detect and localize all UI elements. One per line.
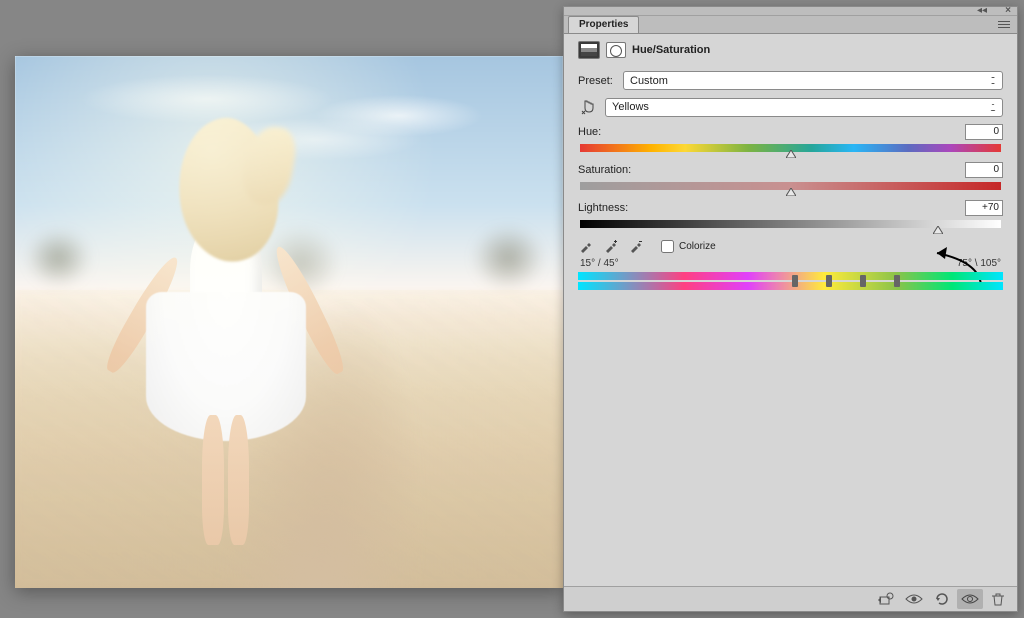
delete-icon[interactable] — [985, 589, 1011, 609]
panel-footer — [564, 586, 1017, 611]
layer-mask-icon[interactable] — [606, 42, 626, 58]
color-range-bar[interactable] — [578, 272, 1003, 290]
hue-input[interactable]: 0 — [965, 124, 1003, 140]
close-icon[interactable]: × — [1005, 5, 1011, 16]
range-right-label: 75° \ 105° — [957, 258, 1001, 269]
eyedropper-minus-icon[interactable] — [628, 238, 644, 254]
eyedropper-icon[interactable] — [578, 238, 594, 254]
panel-window-controls: ◂◂ × — [564, 7, 1017, 16]
lightness-input[interactable]: +70 — [965, 200, 1003, 216]
targeted-adjust-icon[interactable] — [578, 97, 600, 117]
properties-panel: ◂◂ × Properties Hue/Saturation Preset: C… — [563, 6, 1018, 612]
panel-menu-icon[interactable] — [995, 17, 1013, 31]
colorize-checkbox[interactable]: Colorize — [661, 240, 716, 253]
lightness-slider[interactable] — [580, 220, 1001, 228]
preset-label: Preset: — [578, 75, 618, 87]
lightness-label: Lightness: — [578, 202, 628, 214]
view-previous-icon[interactable] — [957, 589, 983, 609]
preset-select[interactable]: Custom — [623, 71, 1003, 90]
tab-properties[interactable]: Properties — [568, 16, 639, 33]
adjustment-title: Hue/Saturation — [632, 44, 710, 56]
hue-label: Hue: — [578, 126, 601, 138]
saturation-label: Saturation: — [578, 164, 631, 176]
colorize-label: Colorize — [679, 241, 716, 252]
saturation-slider[interactable] — [580, 182, 1001, 190]
hue-slider-handle[interactable] — [786, 150, 796, 158]
lightness-slider-handle[interactable] — [933, 226, 943, 234]
channel-select[interactable]: Yellows — [605, 98, 1003, 117]
toggle-visibility-icon[interactable] — [901, 589, 927, 609]
collapse-icon[interactable]: ◂◂ — [977, 5, 987, 16]
hue-sat-icon[interactable] — [578, 41, 600, 59]
reset-icon[interactable] — [929, 589, 955, 609]
clip-to-layer-icon[interactable] — [873, 589, 899, 609]
hue-slider[interactable] — [580, 144, 1001, 152]
saturation-input[interactable]: 0 — [965, 162, 1003, 178]
canvas-image — [15, 56, 563, 588]
range-left-label: 15° / 45° — [580, 258, 619, 269]
eyedropper-plus-icon[interactable] — [603, 238, 619, 254]
saturation-slider-handle[interactable] — [786, 188, 796, 196]
